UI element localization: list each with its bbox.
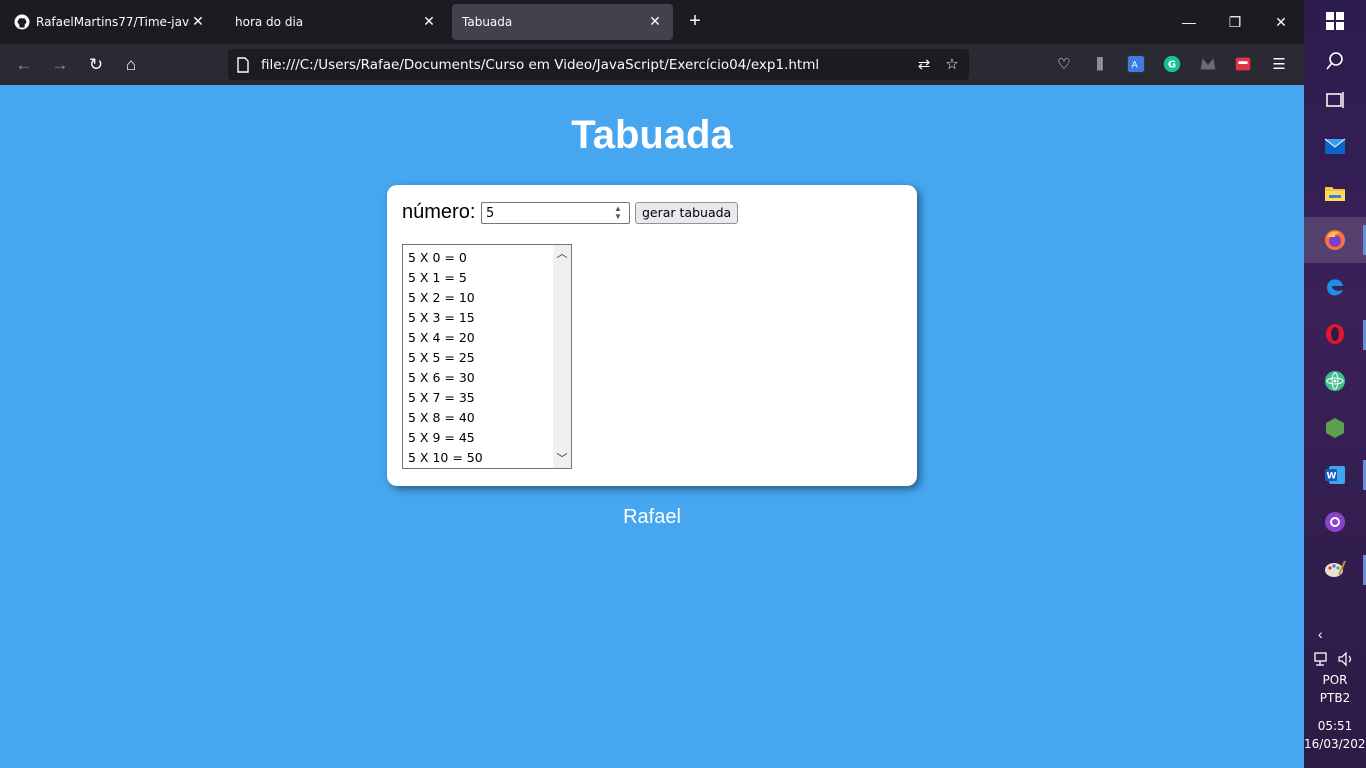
windows-taskbar: W ‹ POR PTB2 05:51 16/03/2022: [1304, 0, 1366, 768]
chevron-up-icon[interactable]: ︿: [553, 245, 571, 263]
mail-icon[interactable]: [1323, 134, 1347, 158]
tab-hora-label: hora do dia: [235, 15, 304, 29]
number-input-value: 5: [486, 206, 495, 221]
minimize-icon[interactable]: —: [1169, 8, 1209, 36]
language-indicator[interactable]: POR: [1304, 673, 1366, 687]
footer-author: Rafael: [623, 506, 681, 528]
word-icon[interactable]: W: [1323, 463, 1347, 487]
file-explorer-icon[interactable]: [1323, 181, 1347, 205]
back-icon[interactable]: ←: [11, 52, 37, 78]
page-icon: [237, 57, 249, 73]
clock-time[interactable]: 05:51: [1304, 719, 1366, 733]
list-item[interactable]: 5 X 10 = 50: [408, 448, 483, 468]
list-item[interactable]: 5 X 0 = 0: [408, 248, 483, 268]
list-item[interactable]: 5 X 2 = 10: [408, 288, 483, 308]
generate-table-button[interactable]: gerar tabuada: [635, 202, 739, 224]
tab-tabuada[interactable]: Tabuada ✕: [452, 4, 673, 40]
plus-icon[interactable]: +: [684, 10, 706, 34]
translate-icon[interactable]: ⇄: [914, 55, 934, 75]
close-icon[interactable]: ✕: [190, 14, 206, 30]
tab-hora-do-dia[interactable]: hora do dia ✕: [225, 4, 447, 40]
number-label: número:: [402, 201, 476, 223]
forward-icon[interactable]: →: [47, 52, 73, 78]
list-item[interactable]: 5 X 5 = 25: [408, 348, 483, 368]
close-icon[interactable]: ✕: [421, 14, 437, 30]
windows-start-icon[interactable]: [1323, 9, 1347, 33]
tab-bar: RafaelMartins77/Time-javascript ✕ hora d…: [0, 0, 1304, 44]
list-item[interactable]: 5 X 8 = 40: [408, 408, 483, 428]
github-icon: [14, 14, 30, 30]
list-item[interactable]: 5 X 6 = 30: [408, 368, 483, 388]
keyboard-layout-indicator[interactable]: PTB2: [1304, 691, 1366, 705]
results-list: 5 X 0 = 0 5 X 1 = 5 5 X 2 = 10 5 X 3 = 1…: [408, 248, 483, 468]
tab-tabuada-label: Tabuada: [462, 15, 513, 29]
listbox-scrollbar[interactable]: ︿ ﹀: [553, 245, 571, 468]
close-icon[interactable]: ✕: [647, 14, 663, 30]
bookmark-star-icon[interactable]: ☆: [942, 55, 962, 75]
chevron-left-icon[interactable]: ‹: [1318, 626, 1323, 642]
list-item[interactable]: 5 X 7 = 35: [408, 388, 483, 408]
list-item[interactable]: 5 X 1 = 5: [408, 268, 483, 288]
page-title: Tabuada: [571, 113, 733, 157]
url-bar[interactable]: file:///C:/Users/Rafae/Documents/Curso e…: [228, 49, 969, 80]
extension-red-icon[interactable]: [1232, 54, 1254, 76]
list-item[interactable]: 5 X 4 = 20: [408, 328, 483, 348]
opera-icon[interactable]: [1323, 322, 1347, 346]
svg-text:G: G: [1168, 60, 1176, 71]
spinner-icon[interactable]: ▲ ▼: [612, 205, 624, 221]
tab-github-label: RafaelMartins77/Time-javascript: [36, 15, 190, 29]
reload-icon[interactable]: ↻: [83, 52, 109, 78]
network-icon[interactable]: [1313, 650, 1331, 668]
pocket-icon[interactable]: ♡: [1053, 54, 1075, 76]
grammarly-icon[interactable]: G: [1161, 54, 1183, 76]
edge-icon[interactable]: [1323, 275, 1347, 299]
task-view-icon[interactable]: [1323, 88, 1347, 112]
navigation-bar: ← → ↻ ⌂ file:///C:/Users/Rafae/Documents…: [0, 44, 1304, 85]
menu-icon[interactable]: ☰: [1268, 54, 1290, 76]
list-item[interactable]: 5 X 9 = 45: [408, 428, 483, 448]
clock-date[interactable]: 16/03/2022: [1304, 737, 1366, 751]
number-input[interactable]: 5 ▲ ▼: [481, 202, 630, 224]
translator-extension-icon[interactable]: A: [1125, 54, 1147, 76]
svg-text:A: A: [1131, 61, 1138, 71]
home-icon[interactable]: ⌂: [118, 52, 144, 78]
atom-icon[interactable]: [1323, 369, 1347, 393]
url-text: file:///C:/Users/Rafae/Documents/Curso e…: [261, 57, 820, 73]
paint-icon[interactable]: [1323, 557, 1347, 581]
library-icon[interactable]: ⫼: [1089, 54, 1111, 76]
firefox-icon[interactable]: [1323, 228, 1347, 252]
chevron-down-icon[interactable]: ﹀: [553, 450, 571, 468]
tabuada-card: número: 5 ▲ ▼ gerar tabuada 5 X 0 = 0 5 X…: [387, 185, 917, 486]
page-content: Tabuada número: 5 ▲ ▼ gerar tabuada 5 X 0…: [0, 85, 1304, 768]
list-item[interactable]: 5 X 3 = 15: [408, 308, 483, 328]
restore-icon[interactable]: ❐: [1215, 8, 1255, 36]
close-window-icon[interactable]: ✕: [1261, 8, 1301, 36]
tab-github[interactable]: RafaelMartins77/Time-javascript ✕: [4, 4, 216, 40]
results-listbox[interactable]: 5 X 0 = 0 5 X 1 = 5 5 X 2 = 10 5 X 3 = 1…: [402, 244, 572, 469]
volume-icon[interactable]: [1337, 650, 1355, 668]
search-icon[interactable]: [1323, 49, 1347, 73]
malwarebytes-icon[interactable]: [1197, 54, 1219, 76]
github-desktop-icon[interactable]: [1323, 510, 1347, 534]
svg-text:W: W: [1327, 472, 1337, 482]
nodejs-icon[interactable]: [1323, 416, 1347, 440]
